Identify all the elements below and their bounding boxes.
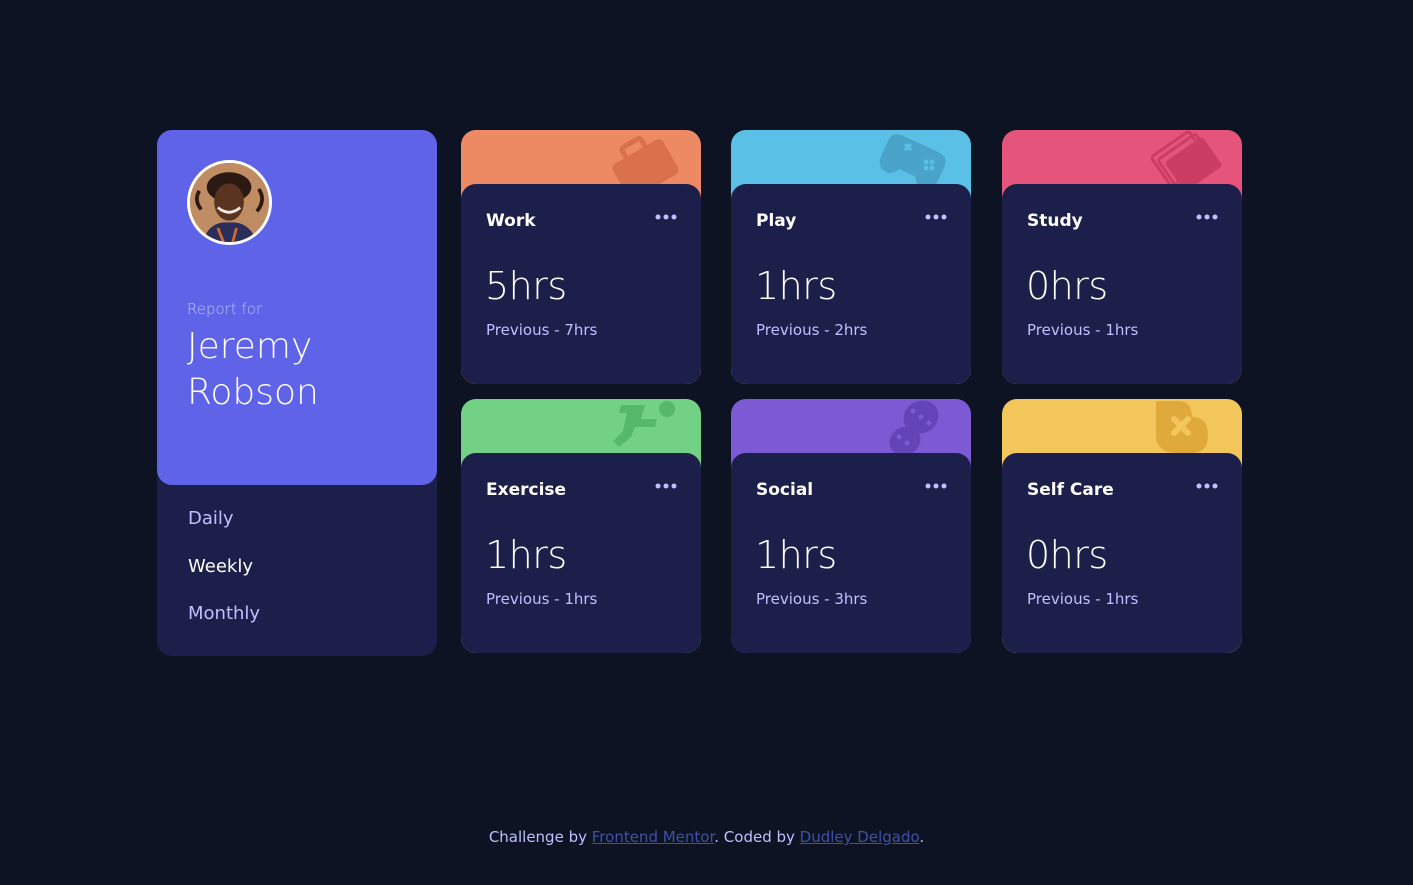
footer-suffix: .	[919, 828, 925, 846]
ellipsis-icon[interactable]	[1196, 483, 1218, 489]
frontend-mentor-link[interactable]: Frontend Mentor	[592, 828, 715, 846]
period-selector: Daily Weekly Monthly	[188, 508, 260, 651]
period-weekly[interactable]: Weekly	[188, 556, 260, 580]
ellipsis-icon[interactable]	[655, 214, 677, 220]
card-body: Study 0hrs Previous - 1hrs	[1002, 184, 1242, 384]
card-study: Study 0hrs Previous - 1hrs	[1002, 130, 1242, 384]
card-body: Self Care 0hrs Previous - 1hrs	[1002, 453, 1242, 653]
footer-middle: . Coded by	[714, 828, 795, 846]
card-body: Work 5hrs Previous - 7hrs	[461, 184, 701, 384]
ellipsis-icon[interactable]	[925, 483, 947, 489]
previous-hours: Previous - 2hrs	[756, 321, 868, 339]
previous-hours: Previous - 7hrs	[486, 321, 598, 339]
card-exercise: Exercise 1hrs Previous - 1hrs	[461, 399, 701, 653]
previous-hours: Previous - 1hrs	[1027, 590, 1139, 608]
card-body: Exercise 1hrs Previous - 1hrs	[461, 453, 701, 653]
current-hours: 1hrs	[755, 533, 837, 577]
previous-hours: Previous - 1hrs	[1027, 321, 1139, 339]
card-work: Work 5hrs Previous - 7hrs	[461, 130, 701, 384]
current-hours: 0hrs	[1026, 264, 1108, 308]
current-hours: 0hrs	[1026, 533, 1108, 577]
card-social: Social 1hrs Previous - 3hrs	[731, 399, 971, 653]
current-hours: 1hrs	[755, 264, 837, 308]
current-hours: 1hrs	[485, 533, 567, 577]
ellipsis-icon[interactable]	[655, 483, 677, 489]
ellipsis-icon[interactable]	[1196, 214, 1218, 220]
card-play: Play 1hrs Previous - 2hrs	[731, 130, 971, 384]
card-title: Self Care	[1027, 480, 1114, 500]
card-title: Study	[1027, 211, 1083, 231]
previous-hours: Previous - 3hrs	[756, 590, 868, 608]
time-tracking-dashboard: Report for Jeremy Robson Daily Weekly Mo…	[157, 130, 1242, 656]
attribution-footer: Challenge by Frontend Mentor. Coded by D…	[0, 828, 1413, 846]
card-body: Play 1hrs Previous - 2hrs	[731, 184, 971, 384]
card-title: Work	[486, 211, 536, 231]
profile-header: Report for Jeremy Robson	[157, 130, 437, 485]
avatar	[187, 160, 272, 245]
card-title: Play	[756, 211, 797, 231]
previous-hours: Previous - 1hrs	[486, 590, 598, 608]
report-for-label: Report for	[187, 300, 263, 318]
card-self-care: Self Care 0hrs Previous - 1hrs	[1002, 399, 1242, 653]
card-title: Social	[756, 480, 814, 500]
period-daily[interactable]: Daily	[188, 508, 260, 532]
current-hours: 5hrs	[485, 264, 567, 308]
ellipsis-icon[interactable]	[925, 214, 947, 220]
card-body: Social 1hrs Previous - 3hrs	[731, 453, 971, 653]
user-name: Jeremy Robson	[187, 326, 319, 413]
period-monthly[interactable]: Monthly	[188, 603, 260, 627]
author-link[interactable]: Dudley Delgado	[800, 828, 920, 846]
card-title: Exercise	[486, 480, 567, 500]
profile-card: Report for Jeremy Robson Daily Weekly Mo…	[157, 130, 437, 656]
footer-prefix: Challenge by	[488, 828, 587, 846]
